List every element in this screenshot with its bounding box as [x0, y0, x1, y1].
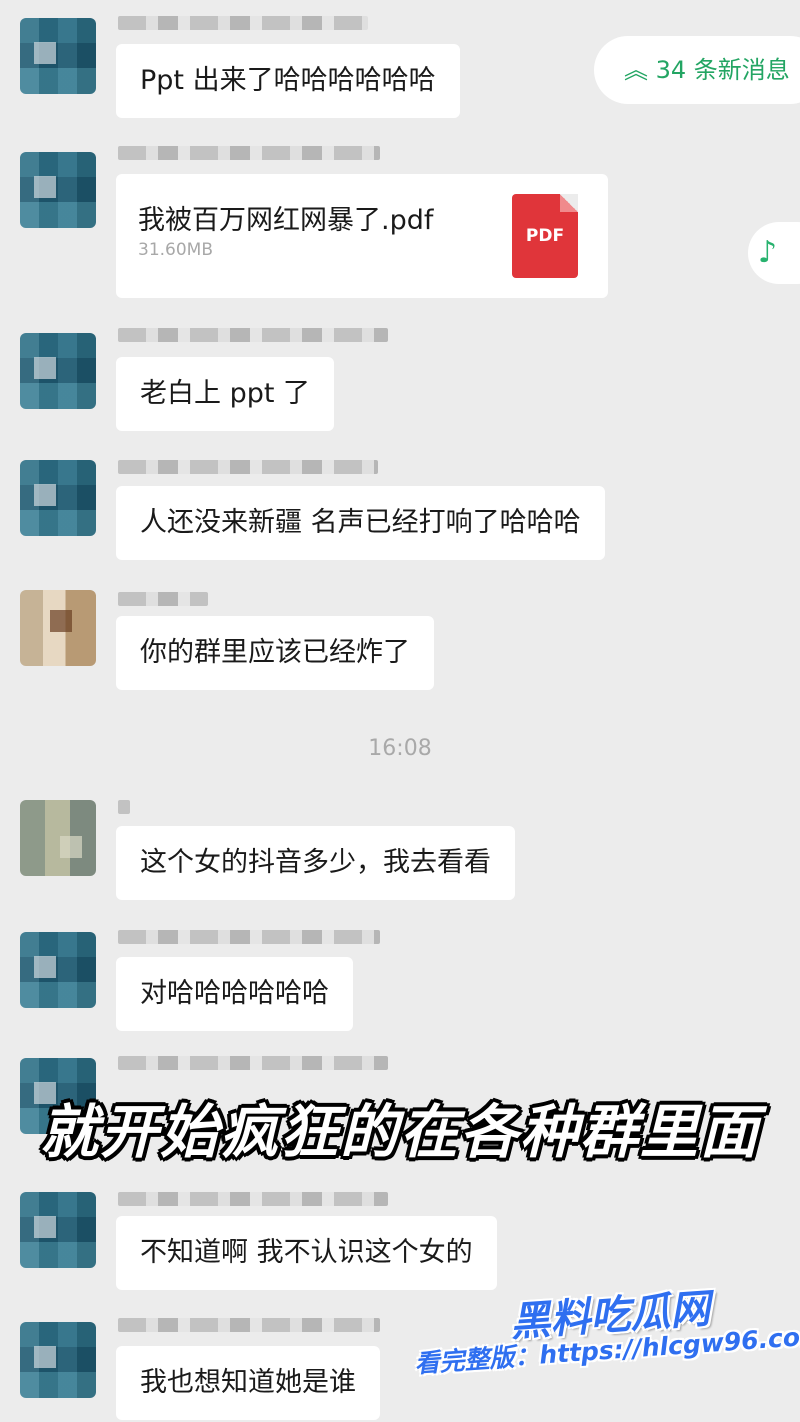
avatar[interactable] — [20, 590, 96, 666]
pdf-file-icon: PDF — [512, 194, 578, 278]
message-bubble[interactable]: 不知道啊 我不认识这个女的 — [116, 1216, 497, 1290]
avatar[interactable] — [20, 1322, 96, 1398]
new-messages-label: 34 条新消息 — [655, 56, 790, 84]
message-bubble[interactable]: Ppt 出来了哈哈哈哈哈哈 — [116, 44, 460, 118]
message-bubble[interactable]: 人还没来新疆 名声已经打响了哈哈哈 — [116, 486, 605, 560]
sender-name-blurred — [118, 460, 378, 474]
file-size: 31.60MB — [138, 240, 213, 260]
sender-name-blurred — [118, 592, 208, 606]
message-bubble[interactable]: 对哈哈哈哈哈哈 — [116, 957, 353, 1031]
file-name: 我被百万网红网暴了.pdf — [138, 205, 434, 236]
message-text: 老白上 ppt 了 — [140, 378, 311, 409]
avatar[interactable] — [20, 460, 96, 536]
sender-name-blurred — [118, 1318, 380, 1332]
video-caption: 就开始疯狂的在各种群里面 — [39, 1098, 760, 1166]
sender-name-blurred — [118, 16, 368, 30]
message-text: 这个女的抖音多少，我去看看 — [140, 847, 491, 878]
sender-name-blurred — [118, 1192, 388, 1206]
new-messages-button[interactable]: ︽ 34 条新消息 — [594, 36, 800, 104]
sender-name-blurred — [118, 1056, 388, 1070]
message-bubble[interactable]: 这个女的抖音多少，我去看看 — [116, 826, 515, 900]
music-note-icon: ♪ — [758, 235, 778, 270]
sender-name-blurred — [118, 328, 388, 342]
avatar[interactable] — [20, 800, 96, 876]
message-text: 人还没来新疆 名声已经打响了哈哈哈 — [140, 507, 581, 538]
message-text: Ppt 出来了哈哈哈哈哈哈 — [140, 65, 436, 96]
timestamp: 16:08 — [368, 736, 432, 761]
message-text: 你的群里应该已经炸了 — [140, 637, 410, 668]
avatar[interactable] — [20, 152, 96, 228]
message-bubble[interactable]: 你的群里应该已经炸了 — [116, 616, 434, 690]
sender-name-blurred — [118, 800, 130, 814]
sender-name-blurred — [118, 930, 380, 944]
music-player-button[interactable]: ♪ — [748, 222, 800, 284]
double-chevron-up-icon: ︽ — [624, 56, 648, 84]
avatar[interactable] — [20, 932, 96, 1008]
pdf-label: PDF — [525, 226, 565, 246]
message-bubble[interactable]: 老白上 ppt 了 — [116, 357, 335, 431]
avatar[interactable] — [20, 1192, 96, 1268]
message-bubble[interactable]: 我也想知道她是谁 — [116, 1346, 380, 1420]
sender-name-blurred — [118, 146, 380, 160]
message-text: 我也想知道她是谁 — [140, 1367, 356, 1398]
file-message[interactable]: 我被百万网红网暴了.pdf 31.60MB PDF — [116, 174, 608, 298]
avatar[interactable] — [20, 333, 96, 409]
avatar[interactable] — [20, 18, 96, 94]
message-text: 不知道啊 我不认识这个女的 — [140, 1237, 473, 1268]
message-text: 对哈哈哈哈哈哈 — [140, 978, 329, 1009]
